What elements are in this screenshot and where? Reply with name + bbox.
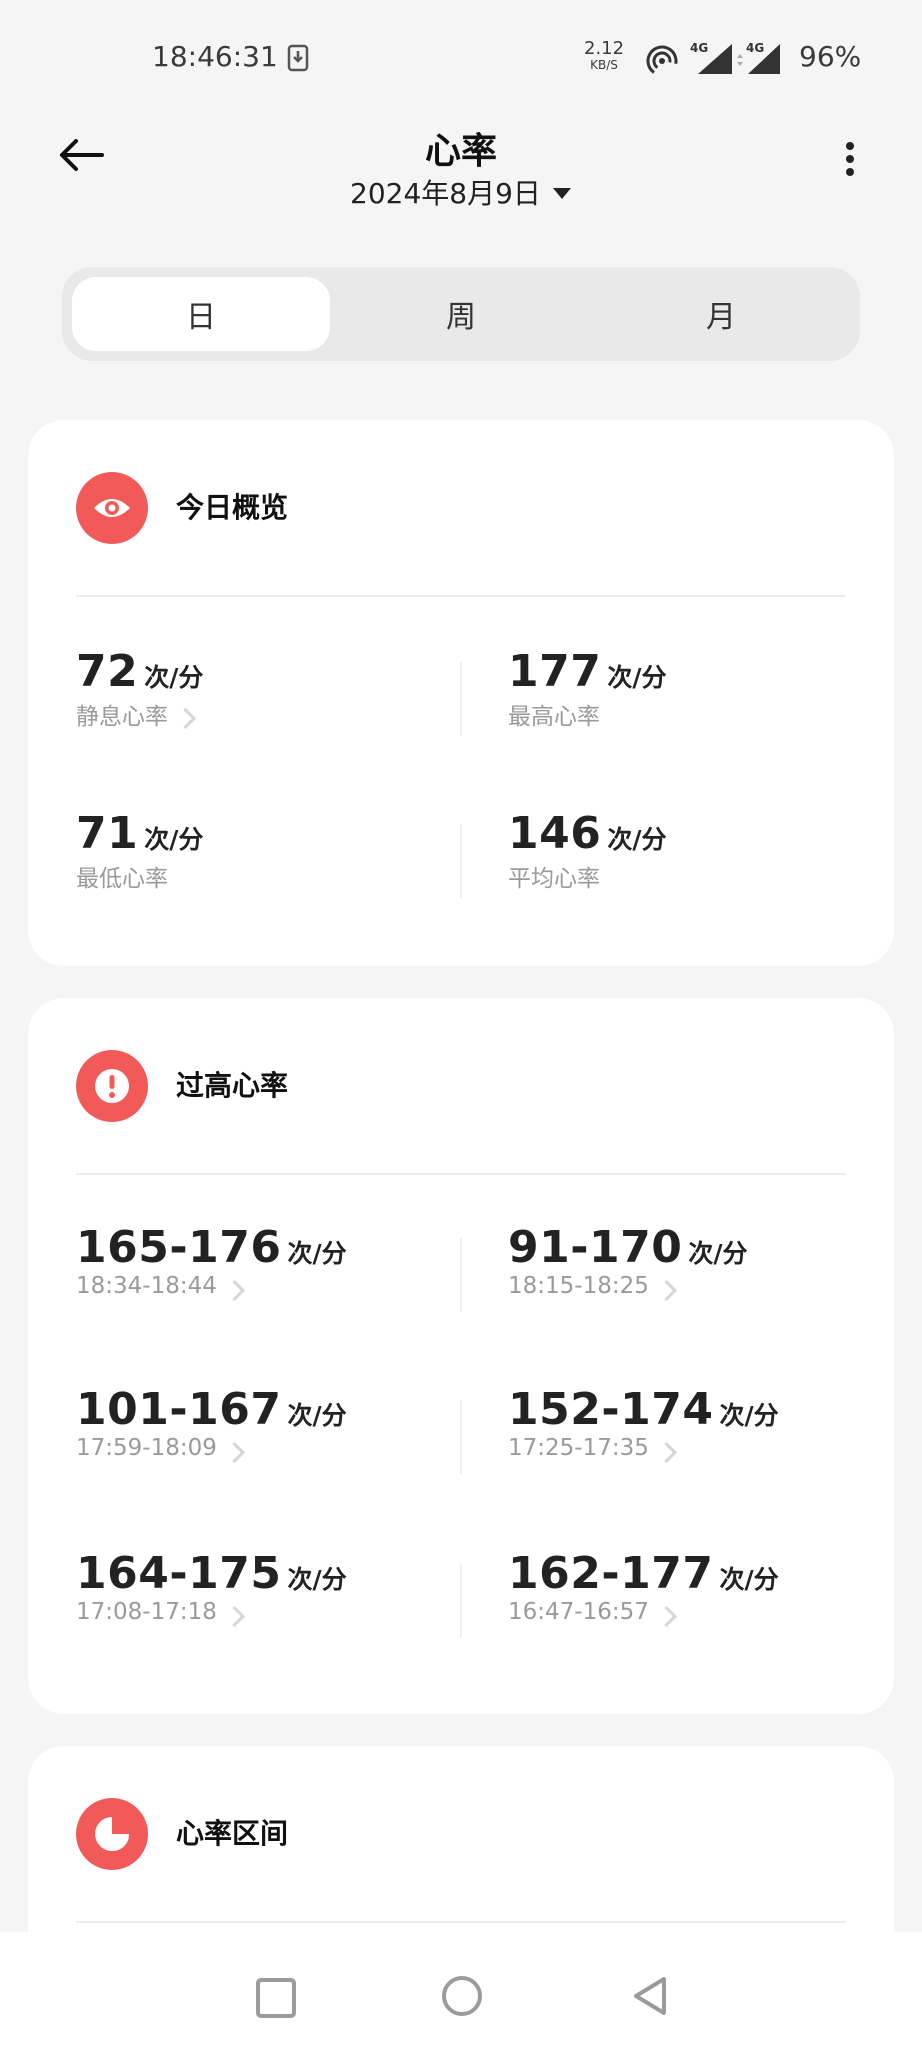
stat-value: 146 [508,808,602,859]
chevron-right-icon [655,1279,677,1301]
stat-unit: 次/分 [607,825,667,854]
tab-month[interactable]: 月 [592,277,850,351]
stat-unit: 次/分 [287,1401,347,1430]
hotspot-icon [646,45,678,77]
stat-value: 71 [76,808,139,859]
overview-card: 今日概览 72 次/分 静息心率 177 次/分 最高心率 71 次/分 最低心率 1… [28,420,894,966]
system-nav-bar [0,1932,922,2048]
period-tabs: 日 周 月 [62,267,860,361]
high-hr-title: 过高心率 [176,1069,289,1102]
high-hr-item[interactable]: 162-177 次/分 16:47-16:57 [508,1548,779,1627]
hr-range: 91-170 [508,1222,683,1273]
time-range: 17:59-18:09 [76,1435,217,1461]
hr-range: 165-176 [76,1222,282,1273]
tab-day[interactable]: 日 [72,277,330,351]
status-bar: 18:46:31 2.12 KB/S 4G 4G 96% [0,0,922,110]
time-range: 18:15-18:25 [508,1273,649,1299]
alert-icon [76,1050,148,1122]
stat-unit: 次/分 [287,1565,347,1594]
stat-value: 177 [508,646,602,697]
battery-level: 96% [799,40,862,73]
chevron-right-icon [174,707,197,729]
divider [76,595,846,597]
nav-back-icon[interactable] [630,1974,670,2018]
time-range: 16:47-16:57 [508,1599,649,1625]
high-hr-item[interactable]: 165-176 次/分 18:34-18:44 [76,1222,347,1301]
time-range: 17:25-17:35 [508,1435,649,1461]
signal-4g-icon-2: 4G [737,41,780,74]
more-options-icon[interactable] [840,142,860,186]
stat-label: 最高心率 [508,704,600,730]
stat-unit: 次/分 [719,1565,779,1594]
high-hr-item[interactable]: 101-167 次/分 17:59-18:09 [76,1384,347,1463]
svg-text:4G: 4G [746,41,764,55]
avg-hr-stat: 146 次/分 平均心率 [508,808,667,893]
divider [460,824,462,898]
divider [460,1400,462,1474]
max-hr-stat: 177 次/分 最高心率 [508,646,667,731]
status-time: 18:46:31 [152,40,278,73]
divider [76,1173,846,1175]
divider [76,1921,846,1923]
time-range: 18:34-18:44 [76,1273,217,1299]
time-range: 17:08-17:18 [76,1599,217,1625]
hr-zone-title: 心率区间 [176,1817,289,1850]
date-picker[interactable]: 2024年8月9日 [350,170,571,214]
screen: 18:46:31 2.12 KB/S 4G 4G 96% 心率 2024年8月9… [0,0,922,2048]
hr-range: 162-177 [508,1548,714,1599]
stat-label: 静息心率 [76,704,168,730]
caret-down-icon [552,187,571,199]
high-hr-item[interactable]: 152-174 次/分 17:25-17:35 [508,1384,779,1463]
stat-label: 最低心率 [76,866,168,892]
high-hr-card: 过高心率 165-176 次/分 18:34-18:44 91-170 次/分 18… [28,998,894,1714]
stat-unit: 次/分 [144,825,204,854]
resting-hr-stat[interactable]: 72 次/分 静息心率 [76,646,203,731]
recent-apps-icon[interactable] [256,1978,296,2018]
chevron-right-icon [223,1605,245,1627]
stat-unit: 次/分 [287,1239,347,1268]
eye-icon [76,472,148,544]
svg-text:4G: 4G [690,41,708,55]
divider [460,1564,462,1638]
hr-range: 101-167 [76,1384,282,1435]
home-icon[interactable] [442,1976,482,2016]
stat-value: 72 [76,646,139,697]
network-speed: 2.12 KB/S [584,38,625,73]
stat-unit: 次/分 [719,1401,779,1430]
hr-range: 152-174 [508,1384,714,1435]
signal-4g-icon: 4G [690,41,732,74]
stat-label: 平均心率 [508,866,600,892]
pie-chart-icon [76,1798,148,1870]
divider [460,662,462,736]
chevron-right-icon [223,1279,245,1301]
hr-range: 164-175 [76,1548,282,1599]
page-title: 心率 [424,131,497,172]
divider [460,1238,462,1312]
chevron-right-icon [655,1441,677,1463]
high-hr-item[interactable]: 164-175 次/分 17:08-17:18 [76,1548,347,1627]
date-label: 2024年8月9日 [350,177,541,210]
min-hr-stat: 71 次/分 最低心率 [76,808,203,893]
stat-unit: 次/分 [607,663,667,692]
overview-title: 今日概览 [176,491,289,524]
stat-unit: 次/分 [688,1239,748,1268]
stat-unit: 次/分 [144,663,204,692]
high-hr-item[interactable]: 91-170 次/分 18:15-18:25 [508,1222,748,1301]
tab-week[interactable]: 周 [332,277,590,351]
download-icon [287,44,309,72]
chevron-right-icon [223,1441,245,1463]
chevron-right-icon [655,1605,677,1627]
